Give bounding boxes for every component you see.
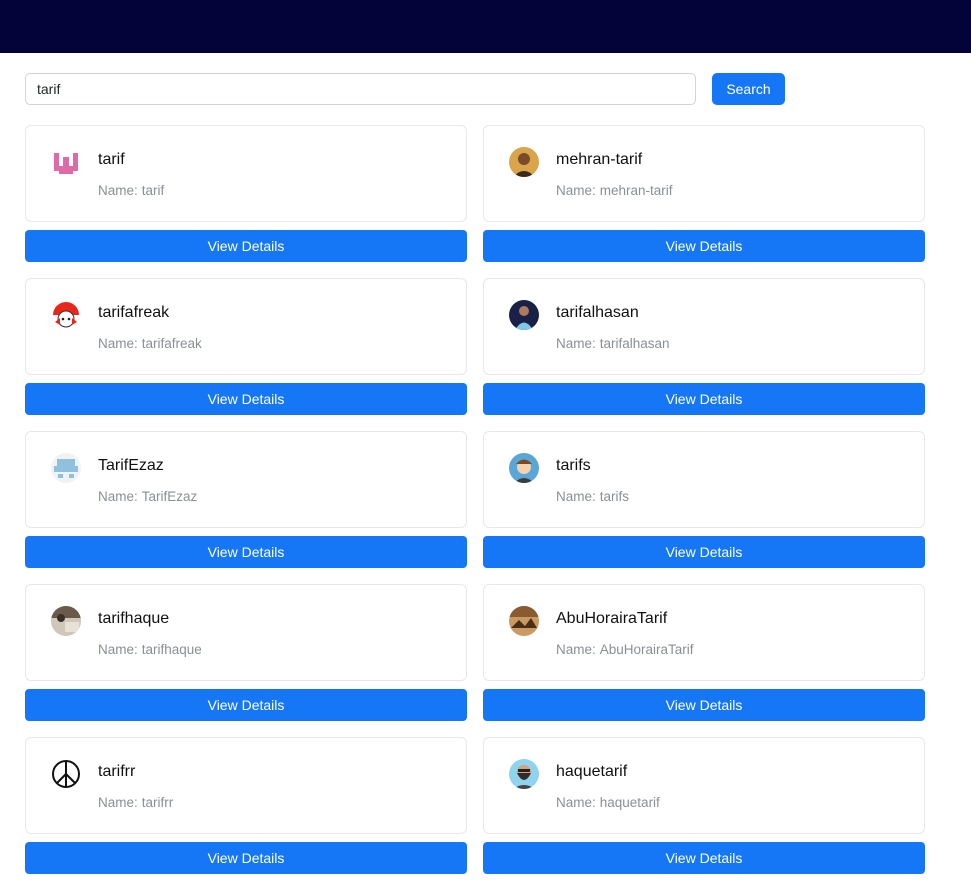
username: tarifrr [98,763,136,780]
user-card: tarifafreak Name: tarifafreak [25,278,467,375]
name-label: Name: [98,795,138,810]
view-details-button[interactable]: View Details [483,230,925,262]
result-item: TarifEzaz Name: TarifEzaz View Details [25,431,467,584]
name-label: Name: [556,642,596,657]
user-name-line: Name: tarifafreak [98,336,202,351]
results-row: tarifhaque Name: tarifhaque View Details … [25,584,925,737]
result-item: tarifhaque Name: tarifhaque View Details [25,584,467,737]
user-card: tarifhaque Name: tarifhaque [25,584,467,681]
user-photo-avatar [509,300,539,330]
view-details-button[interactable]: View Details [25,230,467,262]
user-name-line: Name: mehran-tarif [556,183,673,198]
user-name-line: Name: TarifEzaz [98,489,197,504]
name-label: Name: [98,183,138,198]
view-details-button[interactable]: View Details [25,689,467,721]
username: tarifalhasan [556,304,639,321]
username: mehran-tarif [556,151,643,168]
peace-symbol-avatar [51,759,81,789]
view-details-button[interactable]: View Details [483,689,925,721]
name-value: TarifEzaz [141,489,198,504]
search-button[interactable]: Search [712,73,785,105]
username: tarifhaque [98,610,170,627]
username: tarifs [556,457,591,474]
name-label: Name: [98,489,138,504]
results-row: tarif Name: tarif View Details mehran-tar… [25,125,925,278]
results-grid: tarif Name: tarif View Details mehran-tar… [25,125,925,890]
user-name-line: Name: tarifs [556,489,629,504]
result-item: tarifrr Name: tarifrr View Details [25,737,467,890]
user-card: AbuHorairaTarif Name: AbuHorairaTarif [483,584,925,681]
user-card: tarifrr Name: tarifrr [25,737,467,834]
pink-identicon-avatar [51,147,81,177]
name-value: tarifs [599,489,630,504]
user-card: tarifalhasan Name: tarifalhasan [483,278,925,375]
username: tarifafreak [98,304,170,321]
user-name-line: Name: AbuHorairaTarif [556,642,694,657]
name-value: tarif [141,183,165,198]
user-name-line: Name: haquetarif [556,795,660,810]
view-details-button[interactable]: View Details [483,536,925,568]
red-mascot-avatar [51,300,81,330]
landscape-photo-avatar [509,606,539,636]
result-item: AbuHorairaTarif Name: AbuHorairaTarif Vie… [483,584,925,737]
results-row: tarifafreak Name: tarifafreak View Detail… [25,278,925,431]
name-value: mehran-tarif [599,183,673,198]
name-label: Name: [556,795,596,810]
username: AbuHorairaTarif [556,610,668,627]
blue-identicon-avatar [51,453,81,483]
results-row: tarifrr Name: tarifrr View Details haquet… [25,737,925,890]
user-card: mehran-tarif Name: mehran-tarif [483,125,925,222]
result-item: tarifs Name: tarifs View Details [483,431,925,584]
bearded-illustration-avatar [509,759,539,789]
result-item: mehran-tarif Name: mehran-tarif View Deta… [483,125,925,278]
user-name-line: Name: tarif [98,183,164,198]
user-card: tarif Name: tarif [25,125,467,222]
user-card: haquetarif Name: haquetarif [483,737,925,834]
name-value: haquetarif [599,795,660,810]
name-label: Name: [556,336,596,351]
results-row: TarifEzaz Name: TarifEzaz View Details ta… [25,431,925,584]
view-details-button[interactable]: View Details [25,536,467,568]
name-value: tarifhaque [141,642,202,657]
user-name-line: Name: tarifhaque [98,642,202,657]
user-card: TarifEzaz Name: TarifEzaz [25,431,467,528]
user-name-line: Name: tarifalhasan [556,336,670,351]
cartoon-avatar [509,453,539,483]
view-details-button[interactable]: View Details [25,383,467,415]
user-card: tarifs Name: tarifs [483,431,925,528]
username: tarif [98,151,125,168]
user-photo-avatar [51,606,81,636]
username: TarifEzaz [98,457,164,474]
name-label: Name: [556,489,596,504]
name-value: tarifafreak [141,336,202,351]
result-item: tarif Name: tarif View Details [25,125,467,278]
view-details-button[interactable]: View Details [483,842,925,874]
name-label: Name: [98,336,138,351]
view-details-button[interactable]: View Details [483,383,925,415]
name-label: Name: [98,642,138,657]
name-label: Name: [556,183,596,198]
result-item: tarifalhasan Name: tarifalhasan View Deta… [483,278,925,431]
search-input[interactable] [25,73,696,105]
search-bar: Search [25,73,785,105]
view-details-button[interactable]: View Details [25,842,467,874]
username: haquetarif [556,763,628,780]
name-value: AbuHorairaTarif [599,642,694,657]
name-value: tarifalhasan [599,336,670,351]
name-value: tarifrr [141,795,174,810]
user-photo-avatar [509,147,539,177]
user-name-line: Name: tarifrr [98,795,173,810]
top-navbar [0,0,971,53]
result-item: tarifafreak Name: tarifafreak View Detail… [25,278,467,431]
result-item: haquetarif Name: haquetarif View Details [483,737,925,890]
